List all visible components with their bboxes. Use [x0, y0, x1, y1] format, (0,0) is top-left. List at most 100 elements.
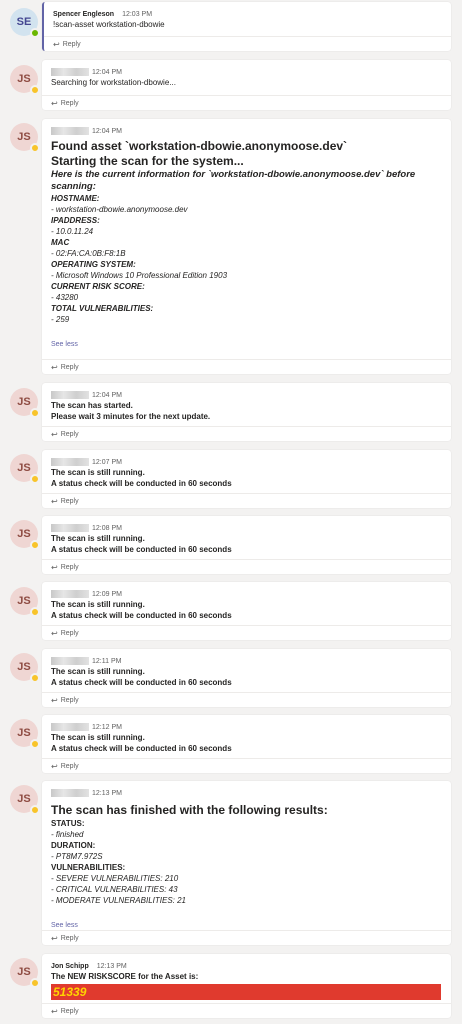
presence-away-icon: [30, 739, 40, 749]
message-line: The scan is still running.: [51, 534, 145, 543]
reply-arrow-icon: ↩: [51, 695, 58, 705]
avatar[interactable]: JS: [10, 958, 40, 988]
see-less-link[interactable]: See less: [51, 922, 443, 929]
message-text: Searching for workstation-dbowie...: [51, 78, 176, 87]
reply-arrow-icon: ↩: [51, 933, 58, 943]
field-label: IPADDRESS:: [51, 216, 100, 225]
message-line: A status check will be conducted in 60 s…: [51, 678, 232, 687]
presence-away-icon: [30, 978, 40, 988]
redacted-author-name: [51, 789, 89, 797]
message-line: The scan is still running.: [51, 667, 145, 676]
reply-button[interactable]: ↩ Reply: [42, 930, 451, 945]
timestamp: 12:03 PM: [122, 10, 153, 18]
avatar[interactable]: JS: [10, 454, 40, 484]
field-value: - 10.0.11.24: [51, 227, 94, 236]
message-line: The scan is still running.: [51, 600, 145, 609]
reply-arrow-icon: ↩: [51, 429, 58, 439]
timestamp: 12:12 PM: [92, 723, 122, 731]
reply-button[interactable]: ↩ Reply: [42, 559, 451, 574]
timestamp: 12:09 PM: [92, 590, 122, 598]
reply-button[interactable]: ↩ Reply: [42, 625, 451, 640]
vuln-item: - SEVERE VULNERABILITIES: 210: [51, 874, 179, 883]
presence-away-icon: [30, 607, 40, 617]
field-value: - Microsoft Windows 10 Professional Edit…: [51, 271, 228, 280]
reply-arrow-icon: ↩: [51, 98, 58, 108]
reply-arrow-icon: ↩: [51, 761, 58, 771]
field-label: CURRENT RISK SCORE:: [51, 282, 145, 291]
risk-score-highlight: 51339: [51, 984, 441, 1000]
reply-arrow-icon: ↩: [51, 496, 58, 506]
reply-button[interactable]: ↩ Reply: [42, 493, 451, 508]
reply-button[interactable]: ↩ Reply: [42, 758, 451, 773]
presence-away-icon: [30, 474, 40, 484]
message-line: The NEW RISKSCORE for the Asset is:: [51, 972, 199, 981]
avatar[interactable]: JS: [10, 785, 40, 815]
message-line: The scan is still running.: [51, 733, 145, 742]
avatar[interactable]: JS: [10, 653, 40, 683]
avatar[interactable]: JS: [10, 123, 40, 153]
timestamp: 12:13 PM: [92, 789, 122, 797]
message-line: A status check will be conducted in 60 s…: [51, 545, 232, 554]
message-line: A status check will be conducted in 60 s…: [51, 744, 232, 753]
message-line: Please wait 3 minutes for the next updat…: [51, 412, 211, 421]
field-label: OPERATING SYSTEM:: [51, 260, 136, 269]
presence-away-icon: [30, 540, 40, 550]
vuln-item: - MODERATE VULNERABILITIES: 21: [51, 896, 186, 905]
message-card: 12:04 PM The scan has started. Please wa…: [42, 383, 451, 441]
redacted-author-name: [51, 391, 89, 399]
message-card: 12:08 PM The scan is still running. A st…: [42, 516, 451, 574]
timestamp: 12:07 PM: [92, 458, 122, 466]
presence-away-icon: [30, 143, 40, 153]
message-line: A status check will be conducted in 60 s…: [51, 479, 232, 488]
reply-arrow-icon: ↩: [51, 362, 58, 372]
message-line: The scan is still running.: [51, 468, 145, 477]
message-card: Spencer Engleson 12:03 PM !scan-asset wor…: [42, 2, 451, 51]
message-card: 12:13 PM The scan has finished with the …: [42, 781, 451, 945]
reply-arrow-icon: ↩: [51, 562, 58, 572]
reply-arrow-icon: ↩: [51, 628, 58, 638]
author-name[interactable]: Spencer Engleson: [53, 11, 114, 18]
message-card: 12:07 PM The scan is still running. A st…: [42, 450, 451, 508]
field-value: - 02:FA:CA:0B:F8:1B: [51, 249, 126, 258]
field-label: STATUS:: [51, 819, 85, 828]
presence-available-icon: [30, 28, 40, 38]
avatar[interactable]: JS: [10, 520, 40, 550]
redacted-author-name: [51, 127, 89, 135]
found-asset-heading: Found asset `workstation-dbowie.anonymoo…: [51, 139, 348, 153]
avatar[interactable]: SE: [10, 8, 40, 38]
redacted-author-name: [51, 68, 89, 76]
starting-scan-heading: Starting the scan for the system...: [51, 154, 244, 168]
redacted-author-name: [51, 657, 89, 665]
reply-button[interactable]: ↩ Reply: [42, 692, 451, 707]
reply-button[interactable]: ↩ Reply: [42, 426, 451, 441]
avatar[interactable]: JS: [10, 65, 40, 95]
message-line: The scan has started.: [51, 401, 133, 410]
avatar[interactable]: JS: [10, 719, 40, 749]
reply-arrow-icon: ↩: [51, 1006, 58, 1016]
presence-away-icon: [30, 85, 40, 95]
message-card: 12:12 PM The scan is still running. A st…: [42, 715, 451, 773]
avatar[interactable]: JS: [10, 388, 40, 418]
field-label: MAC: [51, 238, 70, 247]
timestamp: 12:04 PM: [92, 391, 122, 399]
field-value: - finished: [51, 830, 84, 839]
message-text: !scan-asset workstation-dbowie: [53, 20, 165, 29]
reply-button[interactable]: ↩ Reply: [42, 359, 451, 374]
field-label: TOTAL VULNERABILITIES:: [51, 304, 154, 313]
see-less-link[interactable]: See less: [51, 341, 443, 348]
field-value: - PT8M7.972S: [51, 852, 103, 861]
results-heading: The scan has finished with the following…: [51, 803, 328, 817]
reply-button[interactable]: ↩ Reply: [42, 1003, 451, 1018]
reply-arrow-icon: ↩: [53, 39, 60, 49]
intro-text: Here is the current information for `wor…: [51, 169, 416, 192]
redacted-author-name: [51, 723, 89, 731]
author-name[interactable]: Jon Schipp: [51, 963, 89, 970]
reply-button[interactable]: ↩ Reply: [42, 95, 451, 110]
redacted-author-name: [51, 524, 89, 532]
timestamp: 12:11 PM: [92, 657, 122, 665]
avatar[interactable]: JS: [10, 587, 40, 617]
reply-button[interactable]: ↩ Reply: [44, 36, 451, 51]
message-card: 12:11 PM The scan is still running. A st…: [42, 649, 451, 707]
field-label: HOSTNAME:: [51, 194, 100, 203]
timestamp: 12:04 PM: [92, 127, 122, 135]
